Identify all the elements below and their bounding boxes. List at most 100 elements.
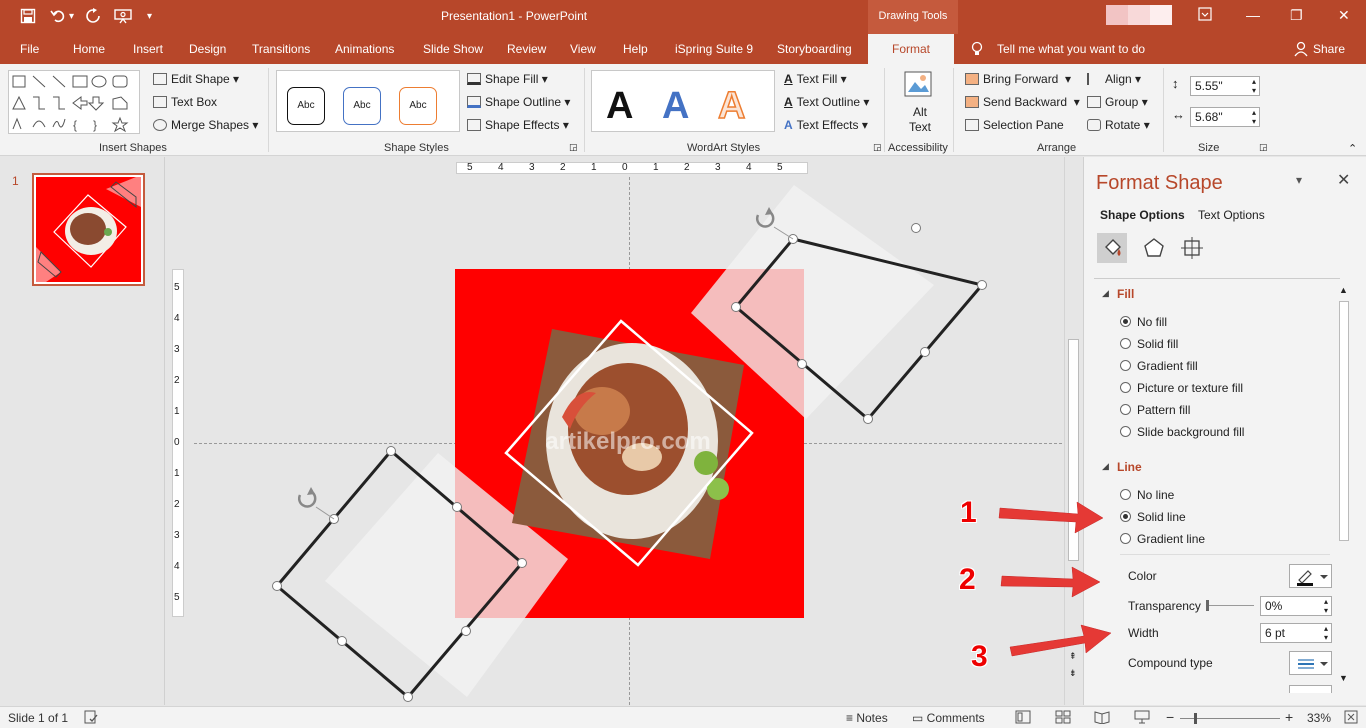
- account-avatar[interactable]: [1150, 5, 1172, 25]
- edit-shape-button[interactable]: Edit Shape ▾: [153, 72, 239, 86]
- resize-handle[interactable]: [797, 359, 807, 369]
- tab-view[interactable]: View: [570, 42, 596, 56]
- rotate-button[interactable]: Rotate ▾: [1087, 118, 1150, 132]
- reading-view-icon[interactable]: [1094, 710, 1110, 727]
- collapse-fill-icon[interactable]: ◢: [1102, 288, 1109, 299]
- resize-handle[interactable]: [461, 626, 471, 636]
- collapse-ribbon-icon[interactable]: ⌃: [1348, 142, 1357, 155]
- fill-section-header[interactable]: Fill: [1117, 287, 1134, 301]
- bring-forward-button[interactable]: Bring Forward ▾: [965, 72, 1071, 86]
- fill-option-pattern-fill[interactable]: Pattern fill: [1120, 403, 1190, 417]
- shape-style-preset[interactable]: Abc: [287, 87, 325, 125]
- tab-home[interactable]: Home: [73, 42, 105, 56]
- shape-styles-gallery[interactable]: Abc Abc Abc: [276, 70, 460, 132]
- tab-animations[interactable]: Animations: [335, 42, 394, 56]
- rotate-handle-icon[interactable]: [298, 487, 335, 520]
- zoom-out-button[interactable]: −: [1166, 709, 1174, 725]
- collapse-line-icon[interactable]: ◢: [1102, 461, 1109, 472]
- resize-handle[interactable]: [517, 558, 527, 568]
- ribbon-display-icon[interactable]: [1198, 7, 1212, 24]
- resize-handle[interactable]: [386, 446, 396, 456]
- scroll-down-icon[interactable]: ▼: [1339, 673, 1348, 683]
- tell-me-input[interactable]: Tell me what you want to do: [997, 42, 1145, 56]
- line-option-no-line[interactable]: No line: [1120, 488, 1174, 502]
- resize-handle[interactable]: [337, 636, 347, 646]
- wordart-preset[interactable]: A: [717, 84, 746, 128]
- close-icon[interactable]: ✕: [1337, 170, 1350, 190]
- size-properties-icon[interactable]: [1177, 233, 1207, 263]
- pane-options-icon[interactable]: ▾: [1296, 173, 1302, 187]
- fill-option-no-fill[interactable]: No fill: [1120, 315, 1167, 329]
- shape-height-input[interactable]: 5.55" ▴ ▾: [1190, 76, 1260, 96]
- tab-transitions[interactable]: Transitions: [252, 42, 310, 56]
- line-section-header[interactable]: Line: [1117, 460, 1142, 474]
- resize-handle[interactable]: [452, 502, 462, 512]
- resize-handle[interactable]: [731, 302, 741, 312]
- scroll-up-icon[interactable]: ⇞: [1069, 651, 1077, 662]
- align-button[interactable]: Align ▾: [1087, 72, 1141, 86]
- group-button[interactable]: Group ▾: [1087, 95, 1148, 109]
- undo-dropdown-icon[interactable]: ▾: [69, 11, 74, 22]
- share-button[interactable]: Share: [1313, 42, 1345, 56]
- close-button[interactable]: ✕: [1338, 7, 1350, 24]
- zoom-level[interactable]: 33%: [1307, 711, 1331, 725]
- effects-icon[interactable]: [1139, 233, 1169, 263]
- fill-option-picture-fill[interactable]: Picture or texture fill: [1120, 381, 1243, 395]
- transparency-slider[interactable]: [1208, 605, 1254, 606]
- slide-thumbnail[interactable]: [32, 173, 145, 286]
- shape-fill-button[interactable]: Shape Fill ▾: [467, 72, 548, 86]
- pane-scrollbar[interactable]: ▲ ▼: [1337, 285, 1351, 685]
- shape-width-input[interactable]: 5.68" ▴ ▾: [1190, 107, 1260, 127]
- slide-sorter-icon[interactable]: [1055, 710, 1071, 727]
- shape-effects-button[interactable]: Shape Effects ▾: [467, 118, 569, 132]
- send-backward-button[interactable]: Send Backward ▾: [965, 95, 1080, 109]
- scrollbar-thumb[interactable]: [1339, 301, 1349, 541]
- line-width-input[interactable]: 6 pt ▴ ▾: [1260, 623, 1332, 643]
- tab-text-options[interactable]: Text Options: [1198, 208, 1265, 222]
- shape-outline-button[interactable]: Shape Outline ▾: [467, 95, 570, 109]
- minimize-button[interactable]: —: [1246, 7, 1260, 23]
- shape-style-preset[interactable]: Abc: [343, 87, 381, 125]
- shapes-gallery[interactable]: {}: [8, 70, 140, 134]
- fill-option-gradient-fill[interactable]: Gradient fill: [1120, 359, 1198, 373]
- account-avatar[interactable]: [1128, 5, 1150, 25]
- tab-shape-options[interactable]: Shape Options: [1100, 208, 1185, 222]
- tab-design[interactable]: Design: [189, 42, 226, 56]
- fill-line-icon[interactable]: [1097, 233, 1127, 263]
- text-effects-button[interactable]: A Text Effects ▾: [784, 118, 868, 132]
- dialog-launcher-icon[interactable]: ◲: [873, 142, 882, 153]
- line-color-picker[interactable]: [1289, 564, 1332, 588]
- resize-handle[interactable]: [977, 280, 987, 290]
- dialog-launcher-icon[interactable]: ◲: [569, 142, 578, 153]
- spell-check-icon[interactable]: [84, 710, 98, 727]
- wordart-preset[interactable]: A: [662, 85, 689, 128]
- alt-text-icon[interactable]: [902, 70, 936, 102]
- zoom-slider-thumb[interactable]: [1194, 713, 1197, 724]
- fill-option-solid-fill[interactable]: Solid fill: [1120, 337, 1178, 351]
- selection-pane-button[interactable]: Selection Pane: [965, 118, 1064, 132]
- dialog-launcher-icon[interactable]: ◲: [1259, 142, 1268, 153]
- slideshow-view-icon[interactable]: [1134, 710, 1150, 727]
- resize-handle[interactable]: [272, 581, 282, 591]
- resize-handle[interactable]: [920, 347, 930, 357]
- merge-shapes-button[interactable]: Merge Shapes ▾: [153, 118, 258, 132]
- maximize-button[interactable]: ❐: [1290, 7, 1303, 24]
- tab-format[interactable]: Format: [868, 34, 954, 64]
- resize-handle[interactable]: [863, 414, 873, 424]
- tab-ispring[interactable]: iSpring Suite 9: [675, 42, 753, 56]
- scrollbar-thumb[interactable]: [1068, 339, 1079, 561]
- text-outline-button[interactable]: A Text Outline ▾: [784, 95, 869, 109]
- transparency-slider-thumb[interactable]: [1206, 600, 1209, 611]
- tab-insert[interactable]: Insert: [133, 42, 163, 56]
- line-option-solid-line[interactable]: Solid line: [1120, 510, 1186, 524]
- compound-type-dropdown[interactable]: [1289, 651, 1332, 675]
- present-icon[interactable]: [114, 8, 132, 27]
- account-avatar[interactable]: [1106, 5, 1128, 25]
- comments-button[interactable]: ▭ Comments: [912, 711, 985, 725]
- next-dropdown-partial[interactable]: [1289, 685, 1332, 693]
- scroll-down-icon[interactable]: ⇟: [1069, 668, 1077, 679]
- wordart-preset[interactable]: A: [606, 85, 633, 128]
- slide-canvas[interactable]: 5 4 3 2 1 0 1 2 3 4 5 5 4 3 2 1 0 1 2 3 …: [166, 157, 1064, 705]
- transparency-input[interactable]: 0% ▴ ▾: [1260, 596, 1332, 616]
- wordart-gallery[interactable]: A A A: [591, 70, 775, 132]
